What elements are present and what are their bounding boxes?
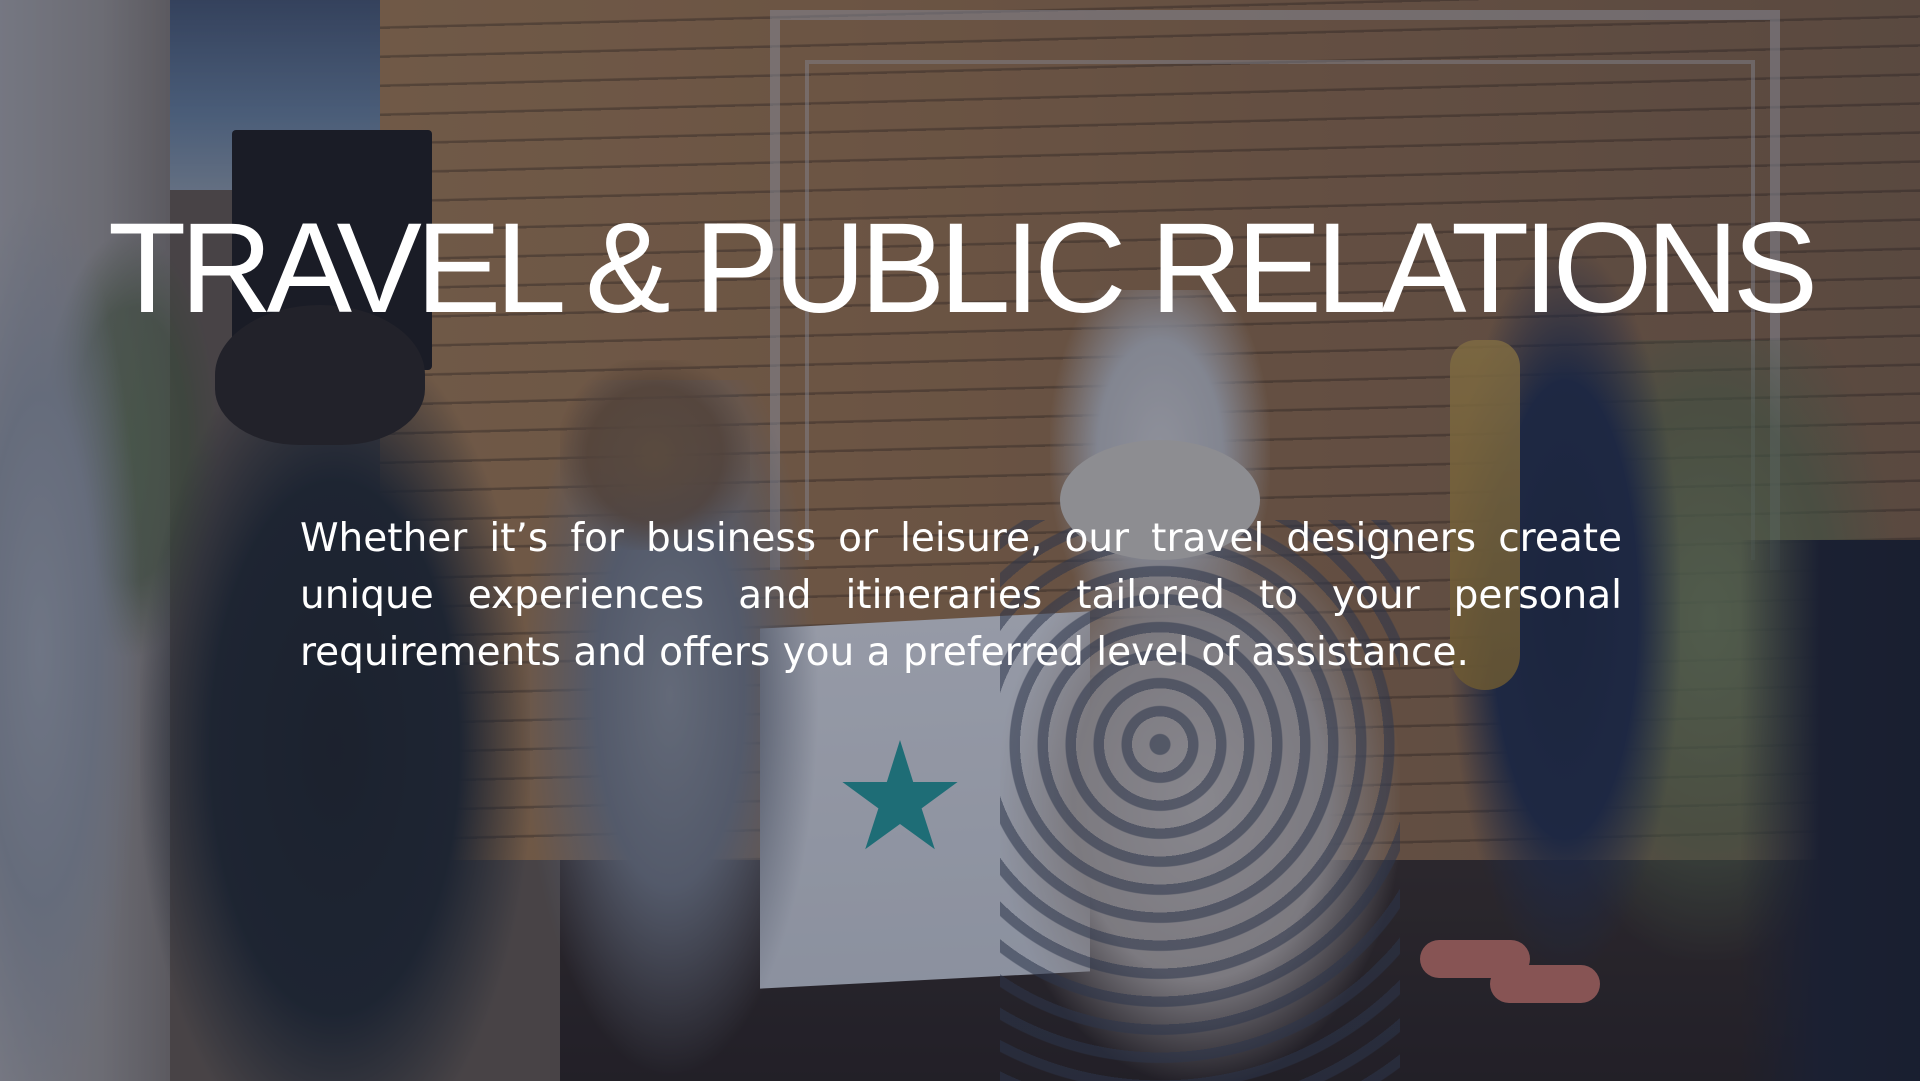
slide-title: TRAVEL & PUBLIC RELATIONS	[107, 197, 1818, 340]
slide: TRAVEL & PUBLIC RELATIONS Whether it’s f…	[0, 0, 1920, 1081]
slide-body-text: Whether it’s for business or leisure, ou…	[300, 516, 1622, 675]
